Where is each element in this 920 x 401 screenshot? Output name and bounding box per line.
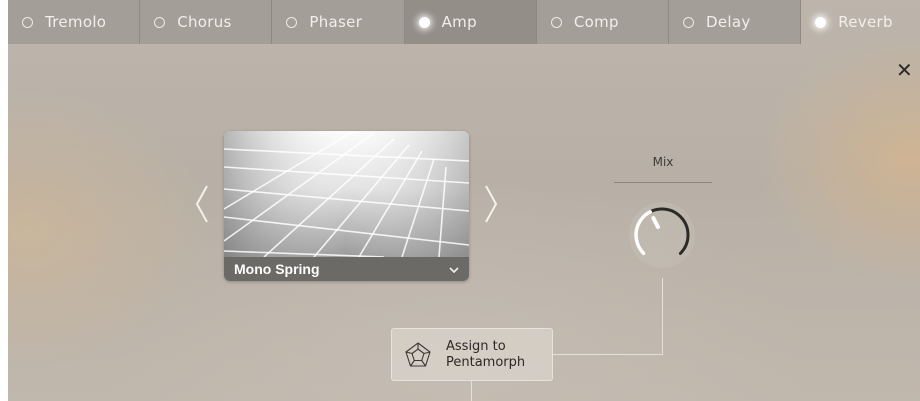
preset-image (224, 131, 469, 257)
mix-label: Mix (652, 155, 674, 169)
pentamorph-icon (405, 341, 431, 367)
reverb-power-led-icon[interactable] (815, 16, 827, 28)
modulation-connector (471, 381, 472, 401)
delay-power-led-icon[interactable] (683, 16, 695, 28)
preset-browser[interactable]: Mono Spring (224, 131, 469, 281)
tab-label: Reverb (838, 13, 893, 31)
comp-power-led-icon[interactable] (550, 16, 562, 28)
chevron-left-icon (195, 185, 208, 223)
tab-comp[interactable]: Comp (536, 0, 670, 44)
modulation-connector (662, 278, 663, 355)
tab-label: Chorus (177, 13, 232, 31)
tab-chorus[interactable]: Chorus (140, 0, 273, 44)
chevron-right-icon (485, 185, 498, 223)
assign-label-line2: Pentamorph (446, 354, 526, 370)
effect-tab-bar: Tremolo Chorus Phaser Amp Comp Delay Rev… (8, 0, 920, 44)
tab-label: Delay (706, 13, 751, 31)
modulation-connector (553, 354, 663, 355)
tab-label: Phaser (309, 13, 363, 31)
preset-dropdown[interactable]: Mono Spring (224, 257, 469, 281)
assign-to-pentamorph-button[interactable]: Assign to Pentamorph (391, 328, 553, 381)
tab-label: Comp (573, 13, 619, 31)
tab-tremolo[interactable]: Tremolo (8, 0, 141, 44)
amp-power-led-icon[interactable] (418, 16, 430, 28)
tab-phaser[interactable]: Phaser (272, 0, 405, 44)
chorus-power-led-icon[interactable] (154, 16, 166, 28)
tab-delay[interactable]: Delay (669, 0, 802, 44)
tab-label: Amp (441, 13, 477, 31)
assign-label: Assign to Pentamorph (446, 339, 525, 371)
mix-knob[interactable] (628, 201, 696, 269)
chevron-down-icon (449, 263, 459, 276)
tab-label: Tremolo (45, 13, 107, 31)
reverb-panel: Tremolo Chorus Phaser Amp Comp Delay Rev… (8, 0, 920, 401)
preset-name: Mono Spring (234, 261, 320, 277)
mix-divider (614, 182, 712, 183)
tab-reverb[interactable]: Reverb (801, 0, 920, 44)
close-icon[interactable]: ✕ (896, 60, 913, 80)
tab-amp[interactable]: Amp (404, 0, 537, 44)
next-preset-button[interactable] (480, 182, 502, 226)
tremolo-power-led-icon[interactable] (22, 16, 33, 28)
phaser-power-led-icon[interactable] (286, 16, 298, 28)
assign-label-line1: Assign to (446, 338, 506, 354)
previous-preset-button[interactable] (191, 182, 213, 226)
